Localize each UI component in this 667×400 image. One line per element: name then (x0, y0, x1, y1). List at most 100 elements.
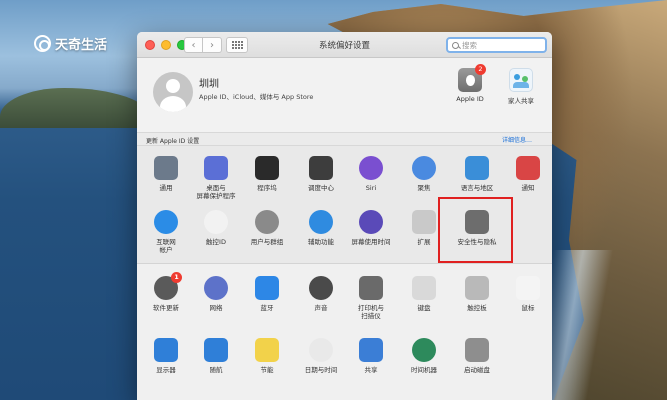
pane-touch-id[interactable]: 触控ID (191, 210, 241, 246)
touch-id-icon (204, 210, 228, 234)
pane-printers[interactable]: 打印机与 扫描仪 (346, 276, 396, 320)
details-link[interactable]: 详细信息… (502, 135, 532, 144)
pane-label: 节能 (260, 366, 274, 374)
account-name: 圳圳 (199, 79, 219, 90)
spotlight-icon (412, 156, 436, 180)
watermark-text: 天奇生活 (55, 37, 108, 53)
date-time-icon (309, 338, 333, 362)
pane-network[interactable]: 网络 (191, 276, 241, 312)
apple-id-pane[interactable]: 2 Apple ID (448, 64, 492, 103)
pane-label: 网络 (209, 304, 223, 312)
pane-notifications[interactable]: 通知 (503, 156, 552, 192)
family-sharing-pane[interactable]: 家人共享 (499, 68, 543, 105)
pane-label: Siri (365, 184, 377, 192)
software-update-icon: 1 (154, 272, 182, 300)
sharing-icon (359, 338, 383, 362)
account-section: 圳圳 Apple ID、iCloud、媒体与 App Store 2 Apple… (137, 58, 552, 132)
pane-sidecar[interactable]: 随航 (191, 338, 241, 374)
mission-control-icon (309, 156, 333, 180)
mouse-icon (516, 276, 540, 300)
pane-label: 时间机器 (411, 366, 437, 374)
pane-sound[interactable]: 声音 (296, 276, 346, 312)
pane-label: 通用 (159, 184, 173, 192)
pane-desktop[interactable]: 桌面与 屏幕保护程序 (191, 156, 241, 200)
apple-id-badge: 2 (475, 64, 486, 75)
pane-energy-saver[interactable]: 节能 (242, 338, 292, 374)
pane-label: 随航 (209, 366, 223, 374)
network-icon (204, 276, 228, 300)
pane-label: 触控ID (206, 238, 226, 246)
pane-language[interactable]: 语言与地区 (452, 156, 502, 192)
notice-text: 更新 Apple ID 设置 (146, 138, 200, 145)
pane-mouse[interactable]: 鼠标 (503, 276, 552, 312)
pane-label: 鼠标 (521, 304, 535, 312)
desktop-icon (204, 156, 228, 180)
pane-siri[interactable]: Siri (346, 156, 396, 192)
sidecar-icon (204, 338, 228, 362)
security-highlight-box (438, 197, 513, 263)
family-sharing-icon (509, 68, 533, 92)
pane-label: 调度中心 (308, 184, 334, 192)
notifications-icon (516, 156, 540, 180)
pane-accessibility[interactable]: 辅助功能 (296, 210, 346, 246)
pane-internet-accounts[interactable]: 互联网 帐户 (141, 210, 191, 254)
pane-date-time[interactable]: 日期与时间 (296, 338, 346, 374)
pane-label: 程序坞 (257, 184, 277, 192)
pane-keyboard[interactable]: 键盘 (399, 276, 449, 312)
pane-trackpad[interactable]: 触控板 (452, 276, 502, 312)
pane-bluetooth[interactable]: 蓝牙 (242, 276, 292, 312)
avatar[interactable] (153, 72, 193, 112)
sound-icon (309, 276, 333, 300)
siri-icon (359, 156, 383, 180)
family-sharing-label: 家人共享 (508, 97, 534, 105)
pane-startup-disk[interactable]: 启动磁盘 (452, 338, 502, 374)
pane-dock[interactable]: 程序坞 (242, 156, 292, 192)
bluetooth-icon (255, 276, 279, 300)
pane-label: 用户与群组 (250, 238, 284, 246)
search-field[interactable] (446, 37, 547, 53)
pane-time-machine[interactable]: 时间机器 (399, 338, 449, 374)
apple-id-notice: 更新 Apple ID 设置 详细信息… (137, 132, 552, 146)
pane-spotlight[interactable]: 聚焦 (399, 156, 449, 192)
search-icon (452, 41, 459, 49)
account-subtitle: Apple ID、iCloud、媒体与 App Store (199, 93, 314, 101)
pane-label: 日期与时间 (304, 366, 338, 374)
apple-id-label: Apple ID (456, 95, 484, 103)
displays-icon (154, 338, 178, 362)
pane-label: 蓝牙 (260, 304, 274, 312)
pane-label: 语言与地区 (460, 184, 494, 192)
pane-label: 键盘 (417, 304, 431, 312)
internet-accounts-icon (154, 210, 178, 234)
pane-label: 屏幕使用时间 (351, 238, 391, 246)
users-groups-icon (255, 210, 279, 234)
pane-mission-control[interactable]: 调度中心 (296, 156, 346, 192)
apple-id-icon: 2 (458, 64, 486, 92)
startup-disk-icon (465, 338, 489, 362)
pane-label: 显示器 (156, 366, 176, 374)
pane-label: 打印机与 扫描仪 (358, 304, 384, 320)
dock-icon (255, 156, 279, 180)
screen-time-icon (359, 210, 383, 234)
pane-screen-time[interactable]: 屏幕使用时间 (346, 210, 396, 246)
general-icon (154, 156, 178, 180)
language-icon (465, 156, 489, 180)
pane-label: 触控板 (467, 304, 487, 312)
printers-icon (359, 276, 383, 300)
title-bar: ‹ › 系统偏好设置 (137, 32, 552, 58)
trackpad-icon (465, 276, 489, 300)
extensions-icon (412, 210, 436, 234)
energy-saver-icon (255, 338, 279, 362)
pane-sharing[interactable]: 共享 (346, 338, 396, 374)
pane-displays[interactable]: 显示器 (141, 338, 191, 374)
pane-label: 互联网 帐户 (156, 238, 176, 254)
search-input[interactable] (462, 40, 532, 50)
pane-label: 软件更新 (153, 304, 179, 312)
time-machine-icon (412, 338, 436, 362)
watermark-logo-icon (34, 34, 51, 52)
accessibility-icon (309, 210, 333, 234)
pane-software-update[interactable]: 1 软件更新 (141, 272, 191, 312)
pane-users-groups[interactable]: 用户与群组 (242, 210, 292, 246)
pane-general[interactable]: 通用 (141, 156, 191, 192)
pane-label: 声音 (314, 304, 328, 312)
pane-label: 共享 (364, 366, 378, 374)
